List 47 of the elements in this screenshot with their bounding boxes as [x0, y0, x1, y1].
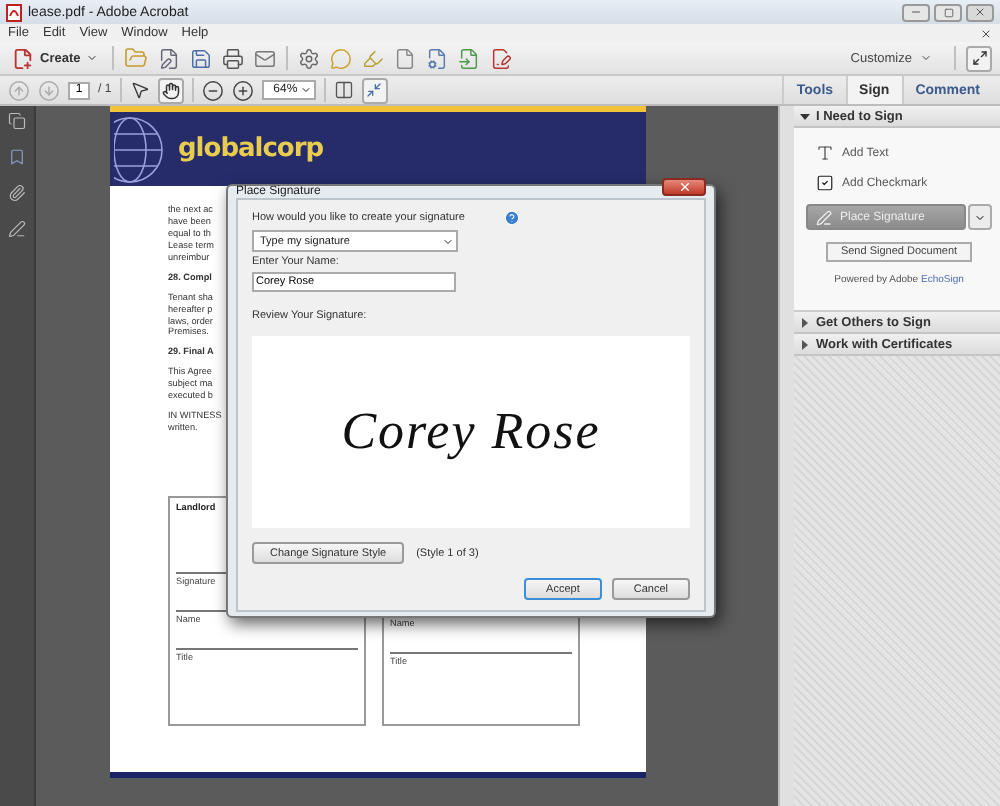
- maximize-icon: [943, 7, 953, 17]
- fit-page-button[interactable]: [361, 77, 388, 103]
- close-button[interactable]: [966, 3, 994, 21]
- help-icon[interactable]: [504, 210, 521, 226]
- file-icon[interactable]: [394, 47, 417, 69]
- save-icon[interactable]: [190, 47, 213, 69]
- paperclip-icon[interactable]: [8, 184, 26, 202]
- caret-icon: [86, 52, 99, 64]
- hand-tool-button[interactable]: [157, 77, 184, 103]
- minimize-icon: [910, 6, 922, 18]
- expand-icon: [971, 50, 987, 66]
- zoom-in-icon[interactable]: [231, 79, 254, 101]
- close-button[interactable]: [662, 178, 706, 196]
- pointer-icon[interactable]: [129, 80, 150, 100]
- text-icon[interactable]: [816, 144, 834, 162]
- company-logo: globalcorp: [178, 134, 324, 164]
- signature-text: Corey Rose: [341, 402, 601, 462]
- fit-width-icon[interactable]: [333, 80, 354, 100]
- pdf-icon: [6, 3, 22, 21]
- checkbox-icon[interactable]: [816, 174, 834, 192]
- maximize-button[interactable]: [934, 3, 962, 21]
- gear-icon[interactable]: [298, 47, 321, 69]
- caret-icon: [974, 211, 986, 223]
- zoom-out-icon[interactable]: [201, 79, 224, 101]
- pen-icon: [816, 209, 832, 225]
- caret-icon: [442, 235, 454, 247]
- close-icon: [677, 180, 691, 194]
- hand-icon: [161, 81, 180, 99]
- file-arrow-icon[interactable]: [458, 47, 481, 69]
- file-plus-icon: [12, 47, 34, 69]
- close-icon: [974, 6, 986, 18]
- close-icon[interactable]: [980, 27, 992, 39]
- minimize-button[interactable]: [902, 3, 930, 21]
- dropdown-button[interactable]: [968, 204, 992, 230]
- scrollbar[interactable]: [778, 106, 794, 806]
- pages-icon[interactable]: [8, 112, 26, 130]
- signature-icon[interactable]: [8, 220, 26, 238]
- caret-icon: [299, 84, 312, 96]
- bookmark-icon[interactable]: [8, 148, 26, 166]
- shrink-icon: [366, 82, 383, 98]
- printer-icon[interactable]: [222, 47, 245, 69]
- file-edit-icon[interactable]: [158, 47, 181, 69]
- file-gear-icon[interactable]: [426, 47, 449, 69]
- file-sign-icon[interactable]: [490, 47, 513, 69]
- caret-icon: [920, 52, 932, 64]
- mail-icon[interactable]: [254, 47, 277, 69]
- expand-button[interactable]: [966, 45, 992, 71]
